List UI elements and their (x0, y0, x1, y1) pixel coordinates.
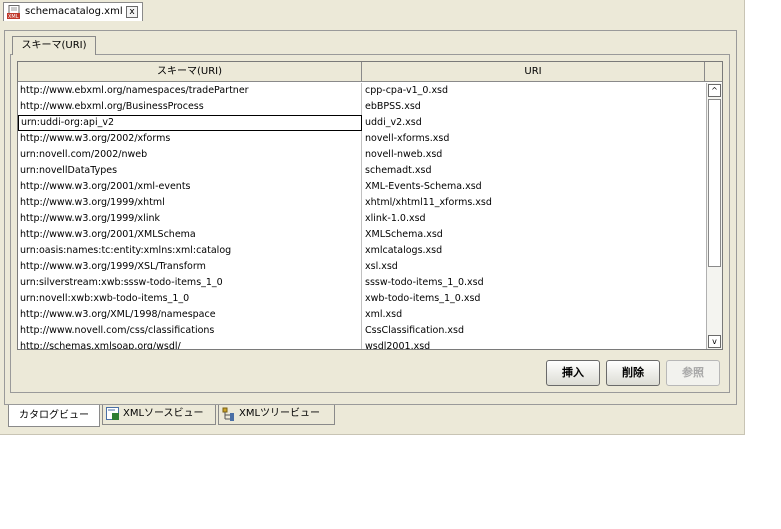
uri-cell[interactable]: CssClassification.xsd (363, 323, 705, 339)
uri-cell[interactable]: uddi_v2.xsd (363, 115, 705, 131)
scroll-up-icon[interactable]: ^ (708, 84, 721, 97)
editor-window: XML schemacatalog.xml x スキーマ(URI) スキーマ(U… (0, 0, 745, 435)
uri-cell[interactable]: XMLSchema.xsd (363, 227, 705, 243)
uri-cell[interactable]: schemadt.xsd (363, 163, 705, 179)
tab-catalog-view[interactable]: カタログビュー (8, 405, 100, 427)
schema-cell[interactable]: http://www.ebxml.org/BusinessProcess (18, 99, 362, 115)
table-row[interactable]: http://schemas.xmlsoap.org/wsdl/wsdl2001… (18, 339, 705, 349)
table-row[interactable]: urn:silverstream:xwb:sssw-todo-items_1_0… (18, 275, 705, 291)
uri-cell[interactable]: cpp-cpa-v1_0.xsd (363, 83, 705, 99)
schema-cell[interactable]: http://www.ebxml.org/namespaces/tradePar… (18, 83, 362, 99)
table-row[interactable]: http://www.ebxml.org/namespaces/tradePar… (18, 83, 705, 99)
table-row[interactable]: http://www.w3.org/XML/1998/namespace xml.… (18, 307, 705, 323)
table-row[interactable]: http://www.w3.org/1999/xlink xlink-1.0.xs… (18, 211, 705, 227)
schema-cell[interactable]: urn:uddi-org:api_v2 (18, 115, 362, 131)
schema-cell[interactable]: urn:novellDataTypes (18, 163, 362, 179)
schema-cell[interactable]: http://www.w3.org/XML/1998/namespace (18, 307, 362, 323)
tab-xml-tree-view[interactable]: XMLツリービュー (218, 405, 335, 425)
table-row[interactable]: http://www.w3.org/2002/xforms novell-xfor… (18, 131, 705, 147)
scrollbar-thumb[interactable] (708, 99, 721, 267)
uri-cell[interactable]: wsdl2001.xsd (363, 339, 705, 349)
delete-button[interactable]: 削除 (606, 360, 660, 386)
catalog-table: スキーマ(URI) URI http://www.ebxml.org/names… (17, 61, 723, 350)
header-filler (705, 62, 722, 82)
uri-cell[interactable]: novell-xforms.xsd (363, 131, 705, 147)
table-row-selected[interactable]: urn:uddi-org:api_v2 uddi_v2.xsd (18, 115, 705, 131)
table-row[interactable]: http://www.w3.org/1999/xhtml xhtml/xhtml1… (18, 195, 705, 211)
xml-source-icon (106, 407, 119, 420)
uri-cell[interactable]: xsl.xsd (363, 259, 705, 275)
tab-xml-source-view[interactable]: XMLソースビュー (102, 405, 216, 425)
column-header-uri[interactable]: URI (362, 62, 705, 82)
vertical-scrollbar[interactable]: ^ v (706, 83, 722, 349)
schema-cell[interactable]: http://www.w3.org/2001/xml-events (18, 179, 362, 195)
table-row[interactable]: urn:novell.com/2002/nweb novell-nweb.xsd (18, 147, 705, 163)
table-row[interactable]: http://www.w3.org/2001/XMLSchema XMLSchem… (18, 227, 705, 243)
column-header-schema[interactable]: スキーマ(URI) (18, 62, 362, 82)
table-body: http://www.ebxml.org/namespaces/tradePar… (18, 83, 705, 349)
xml-tree-icon (222, 407, 234, 421)
close-icon[interactable]: x (126, 6, 138, 18)
uri-cell[interactable]: sssw-todo-items_1_0.xsd (363, 275, 705, 291)
table-row[interactable]: http://www.novell.com/css/classification… (18, 323, 705, 339)
schema-cell[interactable]: http://www.w3.org/2002/xforms (18, 131, 362, 147)
schema-cell[interactable]: http://www.w3.org/2001/XMLSchema (18, 227, 362, 243)
xml-file-icon: XML (7, 5, 20, 20)
schema-cell[interactable]: http://schemas.xmlsoap.org/wsdl/ (18, 339, 362, 349)
schema-cell[interactable]: urn:oasis:names:tc:entity:xmlns:xml:cata… (18, 243, 362, 259)
schema-cell[interactable]: urn:silverstream:xwb:sssw-todo-items_1_0 (18, 275, 362, 291)
uri-cell[interactable]: xml.xsd (363, 307, 705, 323)
uri-cell[interactable]: novell-nweb.xsd (363, 147, 705, 163)
tab-label: XMLツリービュー (239, 408, 321, 419)
schema-cell[interactable]: http://www.w3.org/1999/xlink (18, 211, 362, 227)
uri-cell[interactable]: ebBPSS.xsd (363, 99, 705, 115)
tab-label: XMLソースビュー (123, 408, 204, 419)
uri-cell[interactable]: xhtml/xhtml11_xforms.xsd (363, 195, 705, 211)
table-row[interactable]: http://www.w3.org/1999/XSL/Transform xsl.… (18, 259, 705, 275)
reference-button[interactable]: 参照 (666, 360, 720, 386)
tab-schema-uri[interactable]: スキーマ(URI) (12, 36, 96, 55)
schema-cell[interactable]: urn:novell:xwb:xwb-todo-items_1_0 (18, 291, 362, 307)
table-row[interactable]: urn:novell:xwb:xwb-todo-items_1_0 xwb-tod… (18, 291, 705, 307)
table-row[interactable]: http://www.w3.org/2001/xml-events XML-Eve… (18, 179, 705, 195)
insert-button[interactable]: 挿入 (546, 360, 600, 386)
svg-text:XML: XML (8, 14, 19, 20)
schema-cell[interactable]: urn:novell.com/2002/nweb (18, 147, 362, 163)
file-tab[interactable]: XML schemacatalog.xml x (3, 2, 143, 21)
table-row[interactable]: urn:novellDataTypes schemadt.xsd (18, 163, 705, 179)
uri-cell[interactable]: xwb-todo-items_1_0.xsd (363, 291, 705, 307)
scroll-down-icon[interactable]: v (708, 335, 721, 348)
file-tab-label: schemacatalog.xml (25, 6, 123, 17)
table-row[interactable]: urn:oasis:names:tc:entity:xmlns:xml:cata… (18, 243, 705, 259)
table-row[interactable]: http://www.ebxml.org/BusinessProcess ebBP… (18, 99, 705, 115)
uri-cell[interactable]: XML-Events-Schema.xsd (363, 179, 705, 195)
schema-cell[interactable]: http://www.w3.org/1999/XSL/Transform (18, 259, 362, 275)
uri-cell[interactable]: xlink-1.0.xsd (363, 211, 705, 227)
schema-cell[interactable]: http://www.w3.org/1999/xhtml (18, 195, 362, 211)
uri-cell[interactable]: xmlcatalogs.xsd (363, 243, 705, 259)
schema-cell[interactable]: http://www.novell.com/css/classification… (18, 323, 362, 339)
